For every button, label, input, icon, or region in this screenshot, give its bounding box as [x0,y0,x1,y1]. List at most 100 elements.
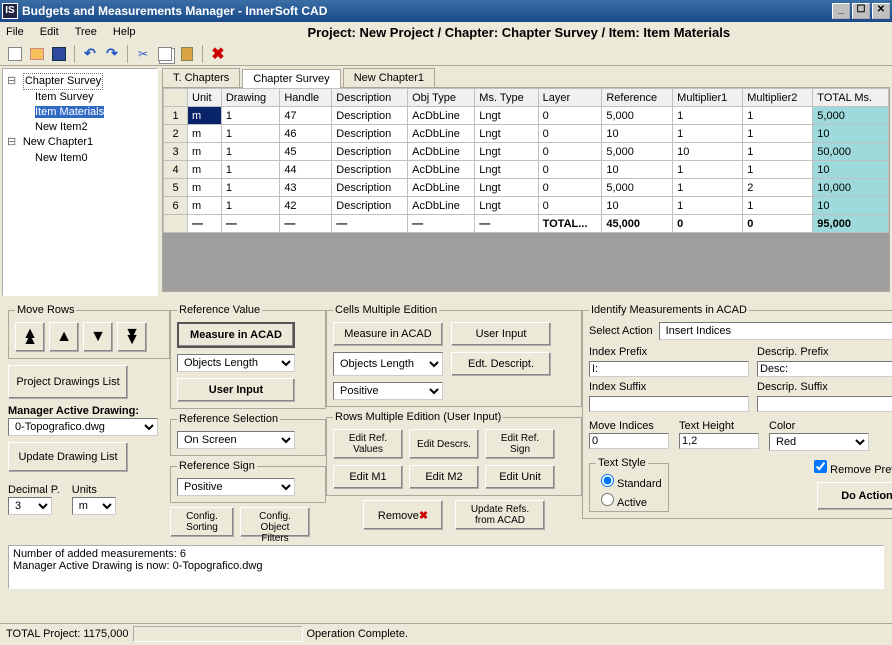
grid-cell[interactable]: 10 [602,197,673,215]
row-header[interactable]: 5 [164,179,188,197]
grid-cell[interactable]: 0 [538,179,602,197]
grid-cell[interactable]: 5,000 [813,107,889,125]
grid-cell[interactable]: m [188,125,222,143]
tree-node-new-item0[interactable]: New Item0 [7,151,153,166]
delete-icon[interactable]: ✖ [209,45,227,63]
row-header[interactable]: 4 [164,161,188,179]
units-select[interactable]: m [72,497,116,515]
user-input-button[interactable]: User Input [177,378,295,402]
grid-cell[interactable]: 1 [743,125,813,143]
grid-cell[interactable]: 10 [602,125,673,143]
reference-sign-select[interactable]: Positive [177,478,295,496]
tree-node-chapter-survey[interactable]: ⊟ Chapter Survey [7,73,153,90]
tree-node-new-item2[interactable]: New Item2 [7,120,153,135]
column-header[interactable]: Reference [602,89,673,107]
decimal-p-select[interactable]: 3 [8,497,52,515]
menu-help[interactable]: Help [113,26,136,38]
grid-cell[interactable]: 50,000 [813,143,889,161]
column-header[interactable]: Obj Type [408,89,475,107]
new-icon[interactable] [6,45,24,63]
measure-in-acad-button[interactable]: Measure in ACAD [177,322,295,348]
grid-cell[interactable]: 10 [813,125,889,143]
grid-cell[interactable]: m [188,143,222,161]
project-drawings-list-button[interactable]: Project Drawings List [8,365,128,399]
cells-measure-button[interactable]: Measure in ACAD [333,322,443,346]
column-header[interactable]: Unit [188,89,222,107]
grid-cell[interactable]: Lngt [475,197,538,215]
grid-cell[interactable]: m [188,197,222,215]
save-icon[interactable] [50,45,68,63]
grid-cell[interactable]: 1 [743,197,813,215]
grid-cell[interactable]: AcDbLine [408,143,475,161]
maximize-button[interactable]: ☐ [852,3,870,19]
tab-chapter-survey[interactable]: Chapter Survey [242,69,340,88]
grid-cell[interactable]: 1 [221,161,279,179]
move-indices-input[interactable] [589,433,669,449]
index-suffix-input[interactable] [589,396,749,412]
grid-cell[interactable]: Description [332,107,408,125]
descrip-suffix-input[interactable] [757,396,892,412]
grid-cell[interactable]: 47 [280,107,332,125]
edit-m2-button[interactable]: Edit M2 [409,465,479,489]
grid-cell[interactable]: Lngt [475,179,538,197]
index-prefix-input[interactable] [589,361,749,377]
row-header[interactable]: 6 [164,197,188,215]
grid-cell[interactable]: 1 [221,197,279,215]
grid-cell[interactable]: 1 [221,107,279,125]
menu-tree[interactable]: Tree [75,26,97,38]
copy-icon[interactable] [156,45,174,63]
grid-cell[interactable]: Lngt [475,107,538,125]
measurements-grid[interactable]: UnitDrawingHandleDescriptionObj TypeMs. … [163,88,889,233]
grid-cell[interactable]: 45 [280,143,332,161]
column-header[interactable]: Multiplier1 [673,89,743,107]
grid-cell[interactable]: AcDbLine [408,161,475,179]
text-height-input[interactable] [679,433,759,449]
grid-cell[interactable]: 43 [280,179,332,197]
undo-icon[interactable]: ↶ [81,45,99,63]
select-action-select[interactable]: Insert Indices [659,322,892,340]
cells-user-input-button[interactable]: User Input [451,322,551,346]
grid-cell[interactable]: Description [332,179,408,197]
tab-t-chapters[interactable]: T. Chapters [162,68,240,87]
grid-cell[interactable]: 0 [538,197,602,215]
reference-value-select[interactable]: Objects Length [177,354,295,372]
grid-cell[interactable]: 1 [221,143,279,161]
grid-cell[interactable]: 1 [673,161,743,179]
grid-cell[interactable]: 1 [743,107,813,125]
descrip-prefix-input[interactable] [757,361,892,377]
grid-cell[interactable]: 5,000 [602,179,673,197]
manager-active-drawing-select[interactable]: 0-Topografico.dwg [8,418,158,436]
grid-cell[interactable]: 5,000 [602,143,673,161]
grid-cell[interactable]: 46 [280,125,332,143]
grid-cell[interactable]: 0 [538,161,602,179]
tab-new-chapter1[interactable]: New Chapter1 [343,68,435,87]
edit-m1-button[interactable]: Edit M1 [333,465,403,489]
grid-cell[interactable]: AcDbLine [408,197,475,215]
row-header[interactable]: 3 [164,143,188,161]
grid-cell[interactable]: Description [332,197,408,215]
grid-cell[interactable]: 1 [743,161,813,179]
cut-icon[interactable]: ✂ [134,45,152,63]
grid-cell[interactable]: 10 [813,161,889,179]
grid-cell[interactable]: Description [332,143,408,161]
column-header[interactable]: Layer [538,89,602,107]
row-header[interactable]: 1 [164,107,188,125]
config-object-filters-button[interactable]: Config. Object Filters [240,507,310,537]
move-down-button[interactable]: ▼ [83,322,113,352]
grid-cell[interactable]: Lngt [475,161,538,179]
grid-cell[interactable]: m [188,161,222,179]
remove-previous-check[interactable]: Remove Previous [810,457,892,476]
paste-icon[interactable] [178,45,196,63]
grid-cell[interactable]: 1 [221,179,279,197]
grid-cell[interactable]: AcDbLine [408,179,475,197]
tree-node-item-materials[interactable]: Item Materials [35,106,104,118]
update-drawing-list-button[interactable]: Update Drawing List [8,442,128,472]
column-header[interactable]: Multiplier2 [743,89,813,107]
grid-cell[interactable]: Lngt [475,125,538,143]
open-icon[interactable] [28,45,46,63]
redo-icon[interactable]: ↷ [103,45,121,63]
grid-cell[interactable]: 10 [602,161,673,179]
cells-edt-descript-button[interactable]: Edt. Descript. [451,352,551,376]
grid-cell[interactable]: 10 [673,143,743,161]
row-header[interactable]: 2 [164,125,188,143]
